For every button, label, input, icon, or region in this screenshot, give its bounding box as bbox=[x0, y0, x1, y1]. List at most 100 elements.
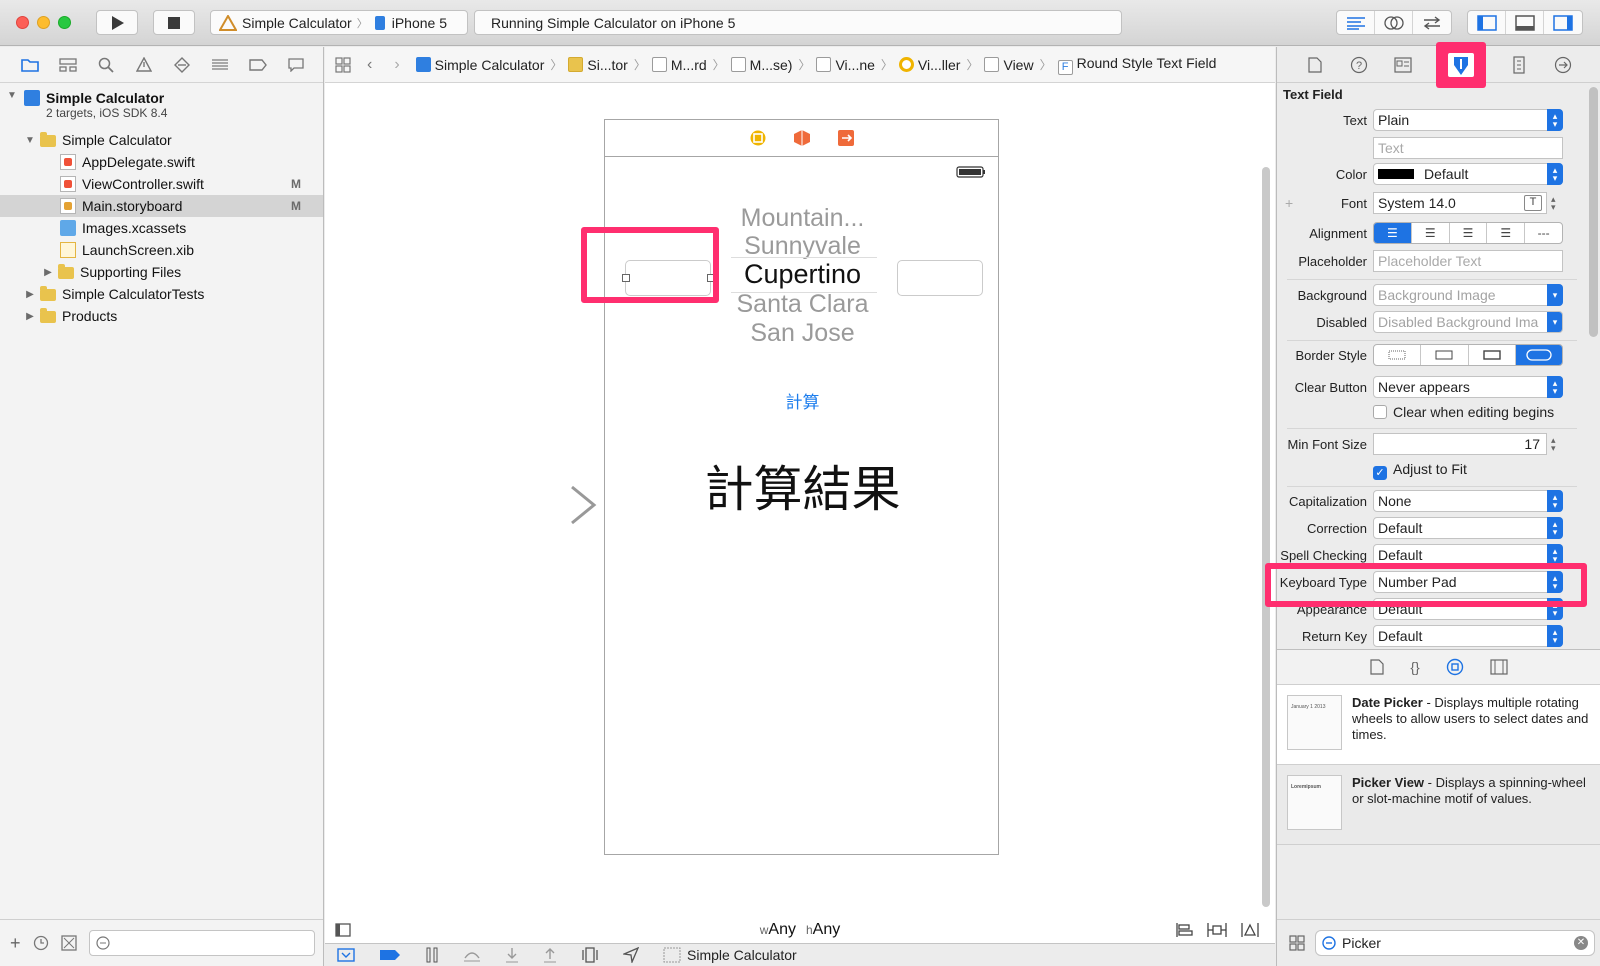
text-value-field[interactable]: Text bbox=[1373, 137, 1563, 159]
font-picker-icon[interactable]: T bbox=[1524, 195, 1542, 211]
location-icon[interactable] bbox=[623, 947, 639, 963]
folder-icon[interactable] bbox=[20, 55, 40, 75]
disclosure-open-icon[interactable]: ▼ bbox=[24, 135, 36, 146]
adjust-to-fit-checkbox[interactable]: ✓ Adjust to Fit bbox=[1373, 461, 1467, 480]
list-item[interactable]: Main.storyboard M bbox=[0, 195, 323, 217]
step-out-icon[interactable] bbox=[543, 947, 557, 963]
report-bubble-icon[interactable] bbox=[286, 55, 306, 75]
breakpoint-icon[interactable] bbox=[248, 55, 268, 75]
back-icon[interactable]: ‹ bbox=[367, 56, 372, 74]
return-key-popup[interactable]: Default ▴ ▾ bbox=[1373, 625, 1563, 647]
toggle-debug-button[interactable] bbox=[1506, 11, 1544, 34]
disclosure-closed-icon[interactable]: ▶ bbox=[24, 311, 36, 322]
identity-inspector-icon[interactable] bbox=[1392, 54, 1414, 76]
disabled-background-combo[interactable]: Disabled Background Ima ▾ bbox=[1373, 311, 1563, 333]
version-editor-button[interactable] bbox=[1413, 11, 1451, 34]
close-window-button[interactable] bbox=[16, 16, 29, 29]
warning-icon[interactable] bbox=[134, 55, 154, 75]
test-diamond-icon[interactable] bbox=[172, 55, 192, 75]
hide-debug-icon[interactable] bbox=[337, 948, 355, 962]
align-center-icon[interactable]: ☰ bbox=[1412, 223, 1450, 243]
recent-clock-icon[interactable] bbox=[33, 935, 49, 951]
disclosure-closed-icon[interactable]: ▶ bbox=[24, 289, 36, 300]
list-item[interactable]: ViewController.swift M bbox=[0, 173, 323, 195]
breadcrumb-text-field[interactable]: F Round Style Text Field bbox=[1057, 55, 1216, 75]
border-line-icon[interactable] bbox=[1421, 345, 1469, 365]
alignment-control[interactable]: ☰ ☰ ☰ ☰ --- bbox=[1373, 222, 1563, 244]
file-inspector-icon[interactable] bbox=[1304, 54, 1326, 76]
toggle-navigator-button[interactable] bbox=[1468, 11, 1506, 34]
project-root[interactable]: ▼ Simple Calculator 2 targets, iOS SDK 8… bbox=[0, 88, 323, 124]
library-search-field[interactable]: Picker ✕ bbox=[1315, 930, 1595, 956]
library-item-picker-view[interactable]: Loremipsum Picker View - Displays a spin… bbox=[1277, 765, 1600, 845]
pause-icon[interactable] bbox=[425, 947, 439, 963]
clear-search-icon[interactable]: ✕ bbox=[1574, 936, 1588, 950]
resolve-issues-icon[interactable] bbox=[1241, 922, 1259, 938]
first-responder-icon[interactable] bbox=[793, 129, 811, 147]
scheme-selector[interactable]: Simple Calculator 〉 iPhone 5 bbox=[210, 10, 468, 35]
search-icon[interactable] bbox=[96, 55, 116, 75]
inspector-scrollbar[interactable] bbox=[1589, 87, 1598, 337]
border-style-control[interactable] bbox=[1373, 344, 1563, 366]
align-justify-icon[interactable]: ☰ bbox=[1487, 223, 1526, 243]
add-icon[interactable]: + bbox=[10, 933, 21, 954]
text-type-popup[interactable]: Plain ▴ ▾ bbox=[1373, 109, 1563, 131]
align-icon[interactable] bbox=[1175, 922, 1193, 938]
clear-editing-checkbox[interactable]: Clear when editing begins bbox=[1373, 404, 1554, 420]
standard-editor-button[interactable] bbox=[1337, 11, 1375, 34]
disclosure-open-icon[interactable]: ▼ bbox=[6, 90, 18, 101]
clear-button-popup[interactable]: Never appears ▴ ▾ bbox=[1373, 376, 1563, 398]
navigator-filter-field[interactable] bbox=[88, 930, 315, 956]
list-item[interactable]: ▼ Simple Calculator bbox=[0, 129, 323, 151]
align-natural-icon[interactable]: --- bbox=[1525, 223, 1562, 243]
breadcrumb-view-controller[interactable]: Vi...ller bbox=[898, 56, 960, 73]
stepper-icon[interactable]: ▴ ▾ bbox=[1551, 195, 1556, 212]
code-snippet-icon[interactable]: {} bbox=[1410, 659, 1419, 675]
debug-target[interactable]: Simple Calculator bbox=[663, 947, 797, 963]
hierarchy-icon[interactable] bbox=[58, 55, 78, 75]
size-class-control[interactable]: w Any h Any bbox=[325, 917, 1275, 943]
attributes-inspector-tab[interactable] bbox=[1435, 41, 1486, 88]
list-item[interactable]: ▶ Products bbox=[0, 305, 323, 327]
canvas-scrollbar[interactable] bbox=[1262, 167, 1270, 907]
breadcrumb-storyboard[interactable]: M...rd bbox=[651, 56, 707, 73]
object-library-icon[interactable] bbox=[1446, 658, 1464, 676]
placeholder-field[interactable]: Placeholder Text bbox=[1373, 250, 1563, 272]
run-button[interactable] bbox=[96, 10, 138, 35]
list-item[interactable]: ▶ Simple CalculatorTests bbox=[0, 283, 323, 305]
step-over-icon[interactable] bbox=[463, 948, 481, 962]
storyboard-canvas[interactable]: Mountain... Sunnyvale Cupertino Santa Cl… bbox=[325, 83, 1275, 917]
breadcrumb-project[interactable]: Simple Calculator bbox=[415, 56, 544, 73]
minimize-window-button[interactable] bbox=[37, 16, 50, 29]
correction-popup[interactable]: Default ▴ ▾ bbox=[1373, 517, 1563, 539]
color-popup[interactable]: Default ▴ ▾ bbox=[1373, 163, 1563, 185]
border-bezel-icon[interactable] bbox=[1469, 345, 1516, 365]
stepper-icon[interactable]: ▴ ▾ bbox=[1551, 436, 1556, 453]
border-none-icon[interactable] bbox=[1374, 345, 1422, 365]
align-right-icon[interactable]: ☰ bbox=[1450, 223, 1488, 243]
view-controller-icon[interactable] bbox=[749, 129, 767, 147]
font-field[interactable]: System 14.0 T bbox=[1373, 192, 1547, 214]
forward-icon[interactable]: › bbox=[394, 56, 399, 74]
quick-help-icon[interactable]: ? bbox=[1348, 54, 1370, 76]
background-combo[interactable]: Background Image ▾ bbox=[1373, 284, 1563, 306]
file-template-icon[interactable] bbox=[1370, 659, 1384, 675]
step-in-icon[interactable] bbox=[505, 947, 519, 963]
breadcrumb-storyboard-base[interactable]: M...se) bbox=[730, 56, 792, 73]
grid-view-icon[interactable] bbox=[1289, 935, 1305, 951]
size-inspector-icon[interactable] bbox=[1508, 54, 1530, 76]
border-rounded-icon[interactable] bbox=[1515, 345, 1562, 365]
list-item[interactable]: LaunchScreen.xib bbox=[0, 239, 323, 261]
exit-icon[interactable] bbox=[837, 129, 855, 147]
media-library-icon[interactable] bbox=[1490, 659, 1508, 675]
list-item[interactable]: ▶ Supporting Files bbox=[0, 261, 323, 283]
debug-list-icon[interactable] bbox=[210, 55, 230, 75]
list-item[interactable]: AppDelegate.swift bbox=[0, 151, 323, 173]
library-item-date-picker[interactable]: January 1 2013 Date Picker - Displays mu… bbox=[1277, 685, 1600, 765]
breadcrumb-scene[interactable]: Vi...ne bbox=[816, 56, 875, 73]
pin-icon[interactable] bbox=[1207, 922, 1227, 938]
disclosure-closed-icon[interactable]: ▶ bbox=[42, 267, 54, 278]
scm-filter-icon[interactable] bbox=[60, 935, 77, 951]
right-text-field[interactable] bbox=[897, 260, 983, 296]
view-debugger-icon[interactable] bbox=[581, 947, 599, 963]
